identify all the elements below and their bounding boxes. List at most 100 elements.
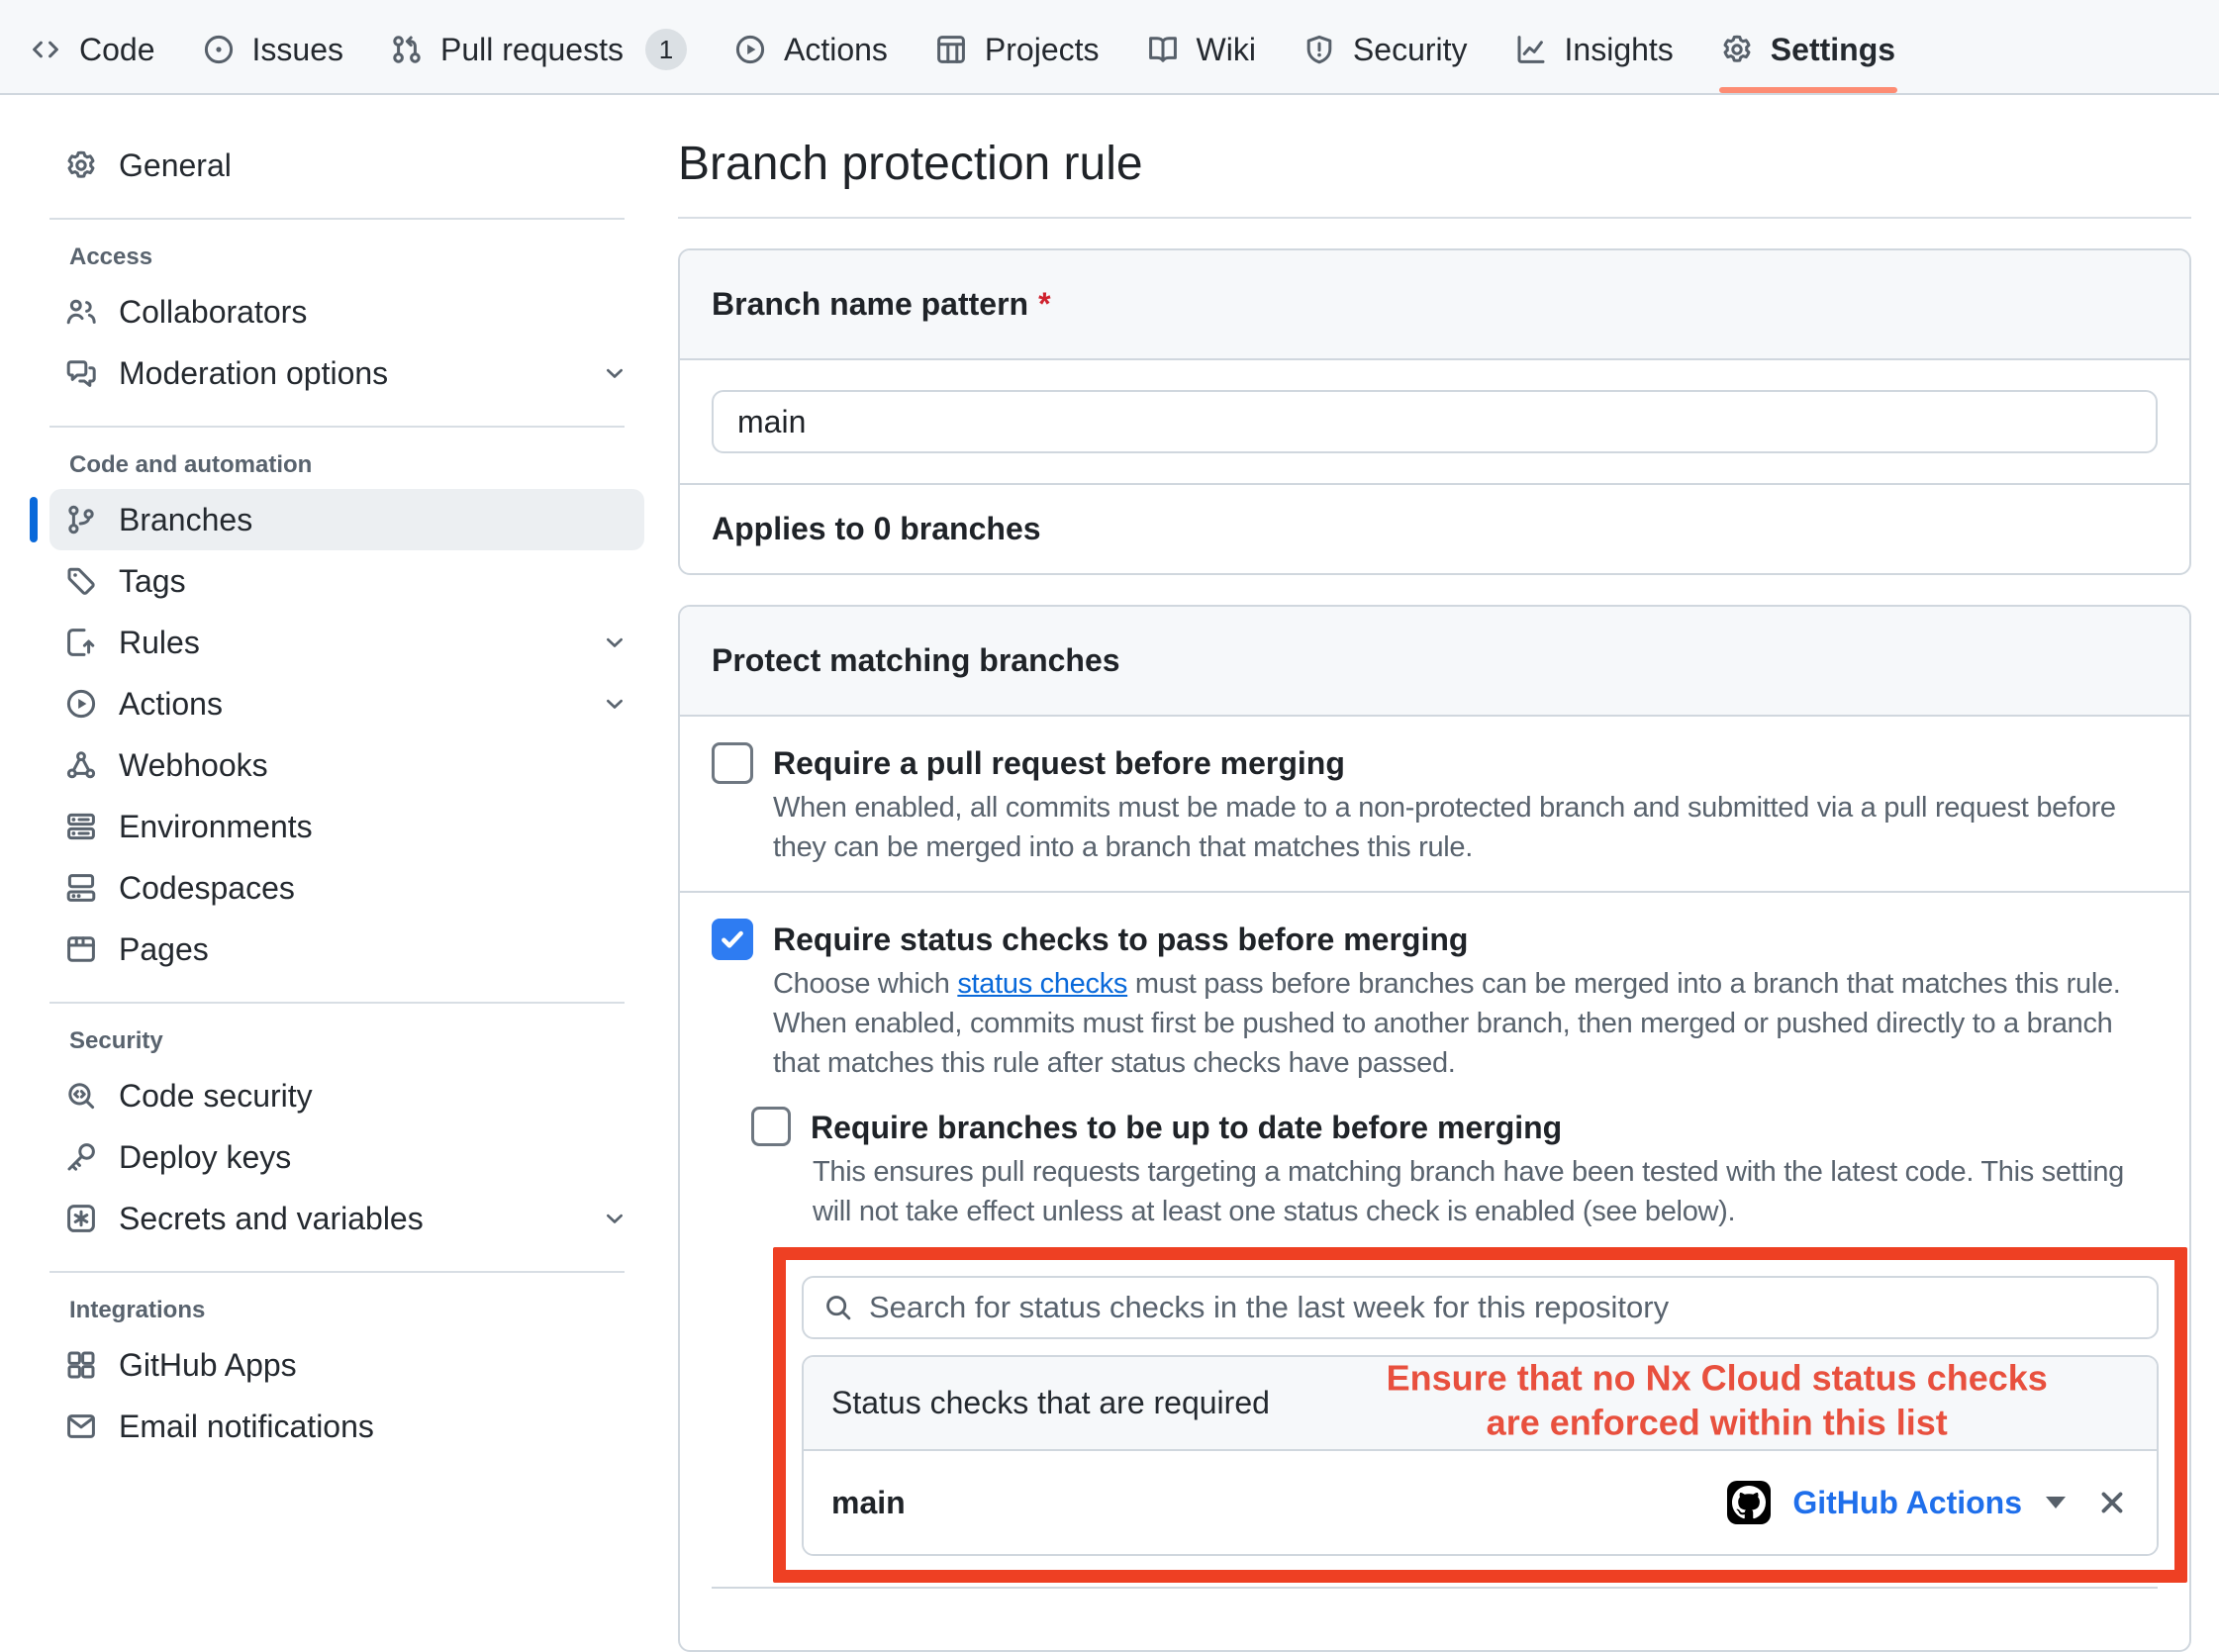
- tag-icon: [65, 565, 97, 597]
- sidebar-item-deploy-keys[interactable]: Deploy keys: [49, 1126, 644, 1188]
- tab-label: Projects: [985, 32, 1100, 68]
- status-check-row: main GitHub Actions: [804, 1451, 2157, 1554]
- tab-label: Actions: [784, 32, 888, 68]
- title-divider: [678, 217, 2191, 219]
- tab-label: Wiki: [1197, 32, 1256, 68]
- tab-actions[interactable]: Actions: [711, 6, 912, 93]
- issue-opened-icon: [203, 34, 235, 65]
- next-row-divider: [712, 1587, 2158, 1626]
- people-icon: [65, 296, 97, 328]
- branch-name-pattern-input[interactable]: [712, 390, 2158, 453]
- sidebar-divider: [49, 1271, 625, 1273]
- sidebar-item-webhooks[interactable]: Webhooks: [49, 734, 644, 796]
- play-icon: [734, 34, 766, 65]
- require-up-to-date-block: Require branches to be up to date before…: [751, 1107, 2158, 1583]
- sidebar-item-label: Deploy keys: [119, 1139, 291, 1176]
- status-check-name: main: [831, 1485, 906, 1521]
- chevron-down-icon: [601, 359, 628, 387]
- tab-settings[interactable]: Settings: [1697, 6, 1919, 93]
- sidebar-item-codespaces[interactable]: Codespaces: [49, 857, 644, 919]
- required-status-checks-list-header: Status checks that are required Ensure t…: [804, 1357, 2157, 1451]
- sidebar-item-label: Secrets and variables: [119, 1201, 424, 1237]
- required-asterisk: *: [1038, 286, 1050, 322]
- code-icon: [30, 34, 61, 65]
- sidebar-item-label: Moderation options: [119, 355, 388, 392]
- checkmark-icon: [718, 924, 747, 954]
- mail-icon: [65, 1410, 97, 1442]
- sidebar-item-label: Branches: [119, 502, 252, 538]
- git-branch-icon: [65, 504, 97, 535]
- table-icon: [935, 34, 967, 65]
- caret-down-icon[interactable]: [2046, 1497, 2066, 1508]
- gear-icon: [65, 149, 97, 181]
- key-icon: [65, 1141, 97, 1173]
- require-status-checks-description: Choose which status checks must pass bef…: [773, 964, 2158, 1083]
- sidebar-item-collaborators[interactable]: Collaborators: [49, 281, 644, 342]
- branch-name-pattern-header: Branch name pattern*: [680, 250, 2189, 360]
- sidebar-item-label: Collaborators: [119, 294, 307, 331]
- branch-name-pattern-card: Branch name pattern* Applies to 0 branch…: [678, 248, 2191, 575]
- tab-security[interactable]: Security: [1280, 6, 1492, 93]
- comment-discussion-icon: [65, 357, 97, 389]
- sidebar-item-moderation-options[interactable]: Moderation options: [49, 342, 644, 404]
- sidebar-item-rules[interactable]: Rules: [49, 612, 644, 673]
- list-header-label: Status checks that are required: [831, 1385, 1270, 1420]
- tab-pull-requests[interactable]: Pull requests 1: [367, 6, 711, 93]
- require-up-to-date-checkbox[interactable]: [751, 1107, 791, 1146]
- nx-cloud-annotation: Ensure that no Nx Cloud status checks ar…: [1291, 1355, 2143, 1444]
- sidebar-item-email-notifications[interactable]: Email notifications: [49, 1396, 644, 1457]
- require-status-checks-row: Require status checks to pass before mer…: [680, 891, 2189, 1650]
- sidebar-item-branches[interactable]: Branches: [49, 489, 644, 550]
- tab-wiki[interactable]: Wiki: [1123, 6, 1280, 93]
- status-checks-search-input[interactable]: [869, 1290, 2137, 1325]
- tab-code[interactable]: Code: [6, 6, 179, 93]
- apps-icon: [65, 1349, 97, 1381]
- sidebar-item-github-apps[interactable]: GitHub Apps: [49, 1334, 644, 1396]
- annotation-line-1: Ensure that no Nx Cloud status checks: [1291, 1355, 2143, 1400]
- require-status-checks-checkbox[interactable]: [712, 919, 753, 960]
- require-pull-request-label: Require a pull request before merging: [773, 742, 1345, 784]
- sidebar-item-label: Environments: [119, 809, 313, 845]
- sidebar-item-actions[interactable]: Actions: [49, 673, 644, 734]
- rules-icon: [65, 627, 97, 658]
- pull-requests-count-badge: 1: [645, 29, 687, 70]
- protect-matching-branches-header: Protect matching branches: [680, 607, 2189, 717]
- git-pull-request-icon: [391, 34, 423, 65]
- sidebar-item-environments[interactable]: Environments: [49, 796, 644, 857]
- sidebar-item-general[interactable]: General: [49, 135, 644, 196]
- sidebar-item-label: Webhooks: [119, 747, 268, 784]
- tab-label: Code: [79, 32, 155, 68]
- tab-insights[interactable]: Insights: [1492, 6, 1697, 93]
- require-pull-request-checkbox[interactable]: [712, 742, 753, 784]
- webhook-icon: [65, 749, 97, 781]
- protect-matching-branches-card: Protect matching branches Require a pull…: [678, 605, 2191, 1652]
- remove-status-check-button[interactable]: [2095, 1486, 2129, 1519]
- gear-icon: [1721, 34, 1753, 65]
- sidebar-item-code-security[interactable]: Code security: [49, 1065, 644, 1126]
- sidebar-item-pages[interactable]: Pages: [49, 919, 644, 980]
- book-icon: [1147, 34, 1179, 65]
- sidebar-divider: [49, 218, 625, 220]
- required-status-checks-list: Status checks that are required Ensure t…: [802, 1355, 2159, 1556]
- sidebar-item-secrets-and-variables[interactable]: Secrets and variables: [49, 1188, 644, 1249]
- require-up-to-date-label: Require branches to be up to date before…: [811, 1107, 1562, 1148]
- tab-issues[interactable]: Issues: [179, 6, 367, 93]
- sidebar-divider: [49, 426, 625, 428]
- sidebar-section-security: Security: [69, 1027, 644, 1055]
- octocat-icon: [1732, 1486, 1766, 1519]
- sidebar-item-label: Pages: [119, 931, 209, 968]
- sidebar-item-label: Email notifications: [119, 1409, 374, 1445]
- branch-name-pattern-row: [680, 360, 2189, 483]
- require-pull-request-description: When enabled, all commits must be made t…: [773, 788, 2158, 867]
- settings-sidebar: General Access Collaborators Moderation …: [0, 95, 678, 1457]
- sidebar-item-tags[interactable]: Tags: [49, 550, 644, 612]
- tab-label: Pull requests: [440, 32, 624, 68]
- github-actions-app-link[interactable]: GitHub Actions: [1792, 1485, 2022, 1521]
- status-checks-highlight-box: Status checks that are required Ensure t…: [773, 1247, 2187, 1583]
- tab-projects[interactable]: Projects: [912, 6, 1123, 93]
- chevron-down-icon: [601, 1205, 628, 1232]
- sidebar-item-label: GitHub Apps: [119, 1347, 297, 1384]
- status-checks-link[interactable]: status checks: [957, 968, 1127, 1000]
- sidebar-item-label: General: [119, 147, 232, 184]
- github-actions-avatar: [1727, 1481, 1771, 1524]
